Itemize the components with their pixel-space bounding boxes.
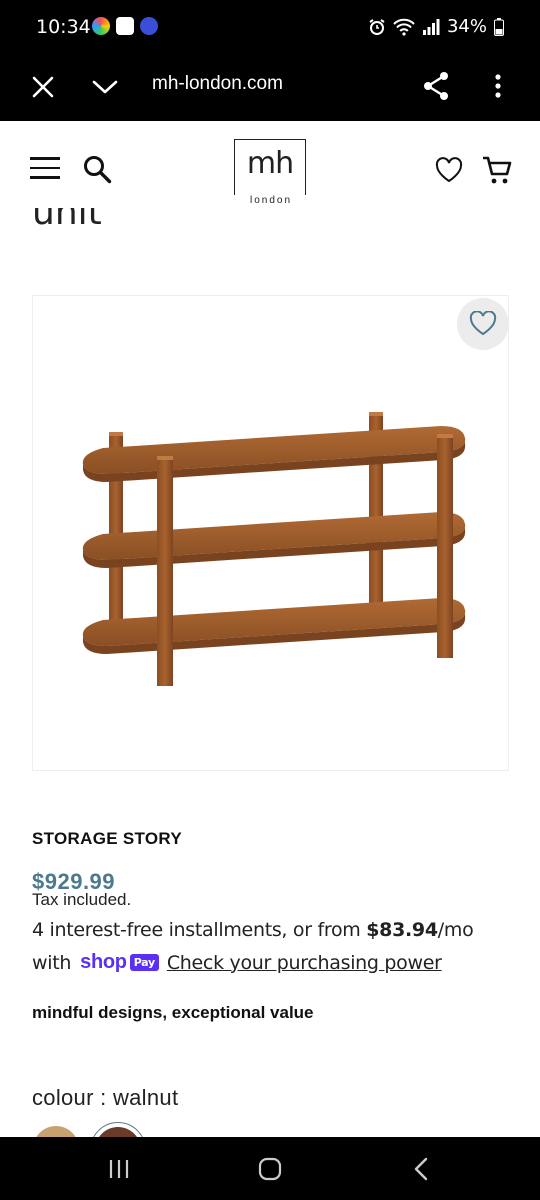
share-button[interactable] bbox=[420, 68, 452, 104]
battery-icon bbox=[494, 17, 504, 36]
back-button[interactable] bbox=[406, 1155, 436, 1183]
shop-pay-badge: Pay bbox=[129, 954, 159, 971]
product-title-partial: unit bbox=[32, 208, 102, 233]
site-logo[interactable]: mh london bbox=[231, 139, 311, 206]
back-icon bbox=[414, 1157, 428, 1181]
product-image-shelf bbox=[82, 412, 466, 686]
installments-suffix: /mo bbox=[437, 919, 474, 941]
minimize-button[interactable] bbox=[90, 72, 120, 102]
recent-apps-icon bbox=[109, 1160, 129, 1178]
home-icon bbox=[258, 1157, 282, 1181]
check-purchasing-power-link[interactable]: Check your purchasing power bbox=[167, 952, 442, 974]
chevron-down-icon bbox=[92, 80, 118, 94]
system-navigation-bar bbox=[0, 1137, 540, 1200]
signal-icon bbox=[422, 18, 440, 35]
browser-toolbar: mh-london.com bbox=[0, 54, 540, 121]
installments-text: 4 interest-free installments, or from $8… bbox=[32, 919, 474, 941]
more-options-button[interactable] bbox=[486, 68, 510, 104]
product-vendor[interactable]: STORAGE STORY bbox=[32, 829, 182, 849]
menu-button[interactable] bbox=[30, 157, 60, 181]
cart-icon bbox=[483, 156, 512, 184]
search-button[interactable] bbox=[82, 154, 114, 186]
hamburger-icon bbox=[30, 157, 60, 160]
news-app-icon bbox=[140, 17, 158, 35]
product-image-card[interactable] bbox=[32, 295, 509, 771]
close-tab-button[interactable] bbox=[28, 72, 58, 102]
home-app-icon bbox=[92, 17, 110, 35]
wishlist-button[interactable] bbox=[434, 155, 464, 185]
tax-note: Tax included. bbox=[32, 890, 132, 909]
shop-pay-line: with shop Pay Check your purchasing powe… bbox=[32, 951, 442, 974]
heart-icon bbox=[435, 157, 463, 183]
installment-amount: $83.94 bbox=[366, 919, 438, 941]
alarm-icon bbox=[369, 18, 385, 35]
address-bar-url[interactable]: mh-london.com bbox=[152, 73, 283, 95]
battery-percent: 34% bbox=[446, 16, 487, 37]
close-icon bbox=[32, 76, 54, 98]
with-text: with bbox=[32, 951, 72, 974]
search-icon bbox=[84, 156, 112, 184]
more-vert-icon bbox=[495, 74, 501, 98]
messenger-app-icon bbox=[116, 17, 134, 35]
status-time: 10:34 bbox=[36, 16, 91, 38]
add-to-wishlist-button[interactable] bbox=[457, 298, 509, 350]
status-bar: 10:34 34% bbox=[0, 0, 540, 54]
cart-button[interactable] bbox=[481, 154, 513, 186]
site-header: mh london bbox=[0, 121, 540, 213]
logo-sub-text: london bbox=[231, 195, 311, 206]
share-icon bbox=[424, 72, 448, 100]
status-system-icons: 34% bbox=[368, 16, 504, 37]
colour-option-label: colour : walnut bbox=[32, 1085, 179, 1110]
recent-apps-button[interactable] bbox=[104, 1155, 134, 1183]
product-tagline: mindful designs, exceptional value bbox=[32, 1003, 314, 1022]
home-button[interactable] bbox=[255, 1155, 285, 1183]
heart-icon bbox=[469, 311, 497, 336]
shop-pay-logo: shop bbox=[80, 951, 127, 973]
wifi-icon bbox=[393, 18, 415, 36]
installments-prefix: 4 interest-free installments, or from bbox=[32, 919, 367, 941]
status-notification-icons bbox=[92, 17, 158, 35]
logo-main-text: mh bbox=[246, 146, 294, 181]
